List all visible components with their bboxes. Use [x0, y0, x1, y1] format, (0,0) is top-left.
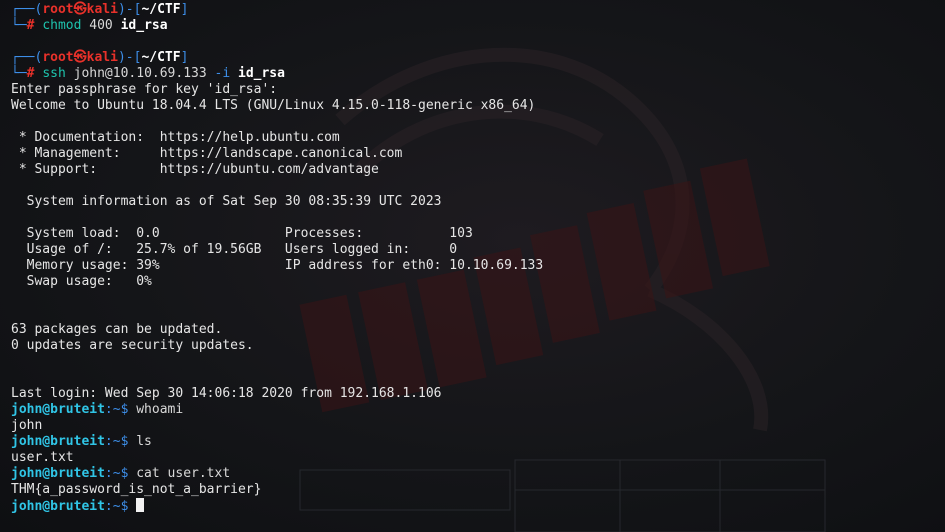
output-line: 63 packages can be updated.: [11, 322, 223, 337]
terminal-window[interactable]: ┌──(root㉿kali)-[~/CTF] └─# chmod 400 id_…: [0, 0, 945, 532]
kali-prompt-header: ┌──(root㉿kali)-[~/CTF]: [11, 50, 189, 65]
output-line: Memory usage: 39% IP address for eth0: 1…: [11, 258, 544, 273]
text-cursor[interactable]: [136, 498, 145, 512]
active-prompt[interactable]: john@bruteit:~$: [11, 498, 945, 514]
flag-output: THM{a_password_is_not_a_barrier}: [11, 482, 262, 497]
kali-prompt-header: ┌──(root㉿kali)-[~/CTF]: [11, 2, 189, 17]
skull-icon: ㉿: [73, 50, 87, 65]
command-line: john@bruteit:~$ whoami: [11, 402, 184, 417]
output-line: john: [11, 418, 43, 433]
output-line: Welcome to Ubuntu 18.04.4 LTS (GNU/Linux…: [11, 98, 536, 113]
command-line: john@bruteit:~$ cat user.txt: [11, 466, 231, 481]
output-line: 0 updates are security updates.: [11, 338, 254, 353]
output-line: * Documentation: https://help.ubuntu.com: [11, 130, 340, 145]
terminal-output: ┌──(root㉿kali)-[~/CTF] └─# chmod 400 id_…: [11, 2, 945, 514]
output-line: user.txt: [11, 450, 74, 465]
output-line: System information as of Sat Sep 30 08:3…: [11, 194, 442, 209]
output-line: Swap usage: 0%: [11, 274, 152, 289]
output-line: Last login: Wed Sep 30 14:06:18 2020 fro…: [11, 386, 442, 401]
output-line: * Management: https://landscape.canonica…: [11, 146, 403, 161]
command-line: └─# chmod 400 id_rsa: [11, 18, 168, 33]
output-line: * Support: https://ubuntu.com/advantage: [11, 162, 379, 177]
output-line: Usage of /: 25.7% of 19.56GB Users logge…: [11, 242, 458, 257]
command-line: john@bruteit:~$ ls: [11, 434, 152, 449]
skull-icon: ㉿: [73, 2, 87, 17]
command-line: └─# ssh john@10.10.69.133 -i id_rsa: [11, 66, 285, 81]
output-line: Enter passphrase for key 'id_rsa':: [11, 82, 278, 97]
output-line: System load: 0.0 Processes: 103: [11, 226, 473, 241]
